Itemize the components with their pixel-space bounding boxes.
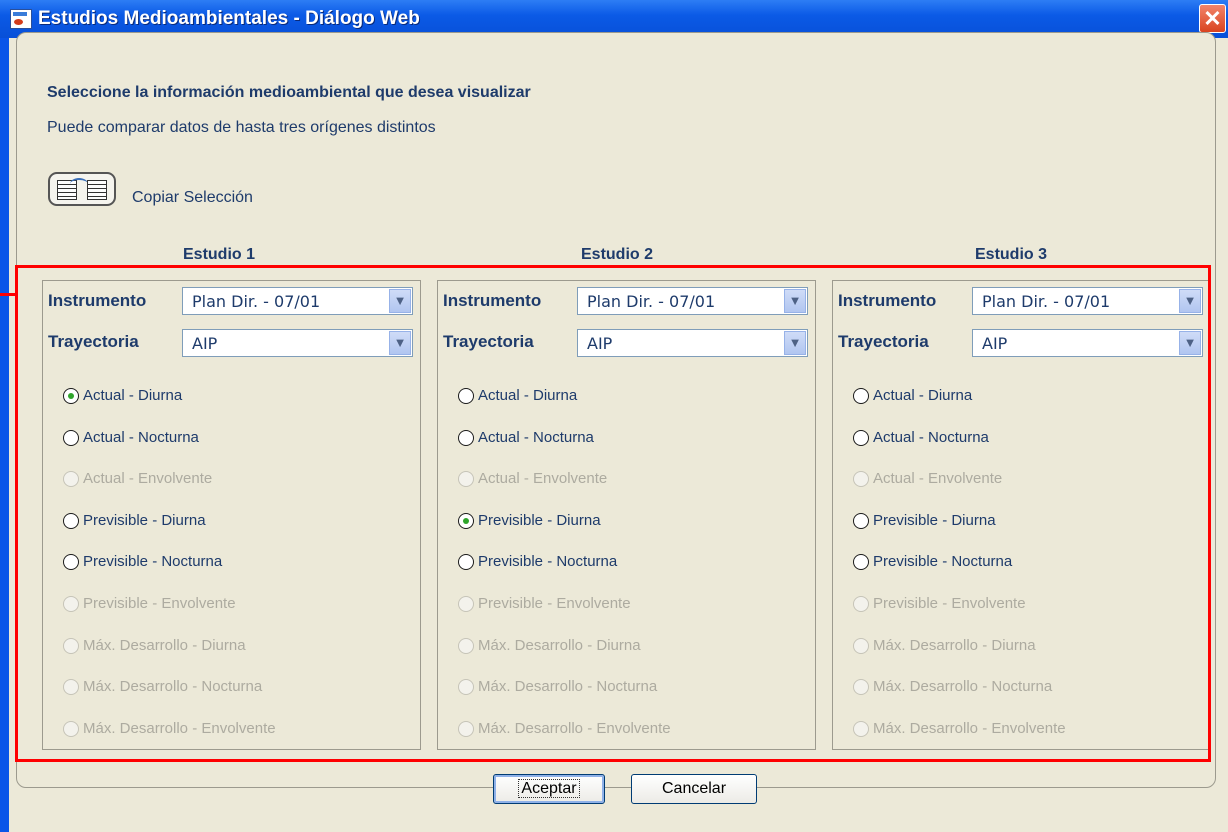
highlight-marker <box>0 293 15 296</box>
cancel-button[interactable]: Cancelar <box>631 774 757 804</box>
ie-dialog-icon <box>10 9 32 29</box>
accept-button-label: Aceptar <box>518 779 580 798</box>
accept-button[interactable]: Aceptar <box>493 774 605 804</box>
highlight-frame <box>15 265 1211 762</box>
copy-selection-button[interactable] <box>48 172 116 206</box>
page-heading: Seleccione la información medioambiental… <box>47 84 531 101</box>
page-subheading: Puede comparar datos de hasta tres oríge… <box>47 119 436 136</box>
study-3-title: Estudio 3 <box>975 246 1048 263</box>
window-title: Estudios Medioambientales - Diálogo Web <box>38 8 420 29</box>
study-1-title: Estudio 1 <box>183 246 256 263</box>
study-2-title: Estudio 2 <box>581 246 654 263</box>
copy-selection-label[interactable]: Copiar Selección <box>132 189 253 207</box>
close-button[interactable]: ✕ <box>1199 4 1226 33</box>
